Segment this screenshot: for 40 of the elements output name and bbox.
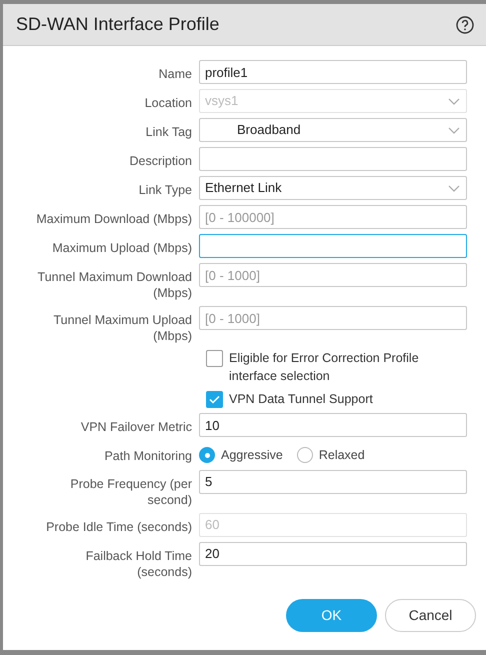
field-label: Maximum Download (Mbps): [36, 211, 192, 227]
field-label: Link Tag: [146, 124, 192, 140]
text-field[interactable]: 20: [199, 542, 467, 566]
radio-label: Aggressive: [221, 447, 283, 464]
dialog-title: SD-WAN Interface Profile: [16, 13, 220, 36]
checkbox-label: Eligible for Error Correction Profile interface selection: [229, 350, 420, 385]
field-label: Tunnel Maximum Upload (Mbps): [52, 312, 192, 344]
text-field[interactable]: 10: [199, 413, 467, 437]
cancel-button[interactable]: Cancel: [385, 599, 476, 632]
radio-button[interactable]: [296, 447, 313, 464]
radio-button[interactable]: [199, 447, 215, 464]
checkbox-label: VPN Data Tunnel Support: [229, 391, 374, 408]
text-field[interactable]: 5: [199, 470, 467, 494]
field-label: Path Monitoring: [104, 448, 192, 464]
field-label: Probe Idle Time (seconds): [46, 518, 192, 535]
help-icon[interactable]: [456, 16, 474, 34]
text-field[interactable]: [199, 147, 467, 171]
text-field[interactable]: [0 - 100000]: [199, 205, 467, 229]
field-label: Failback Hold Time (seconds): [84, 548, 192, 580]
field-label: Link Type: [138, 182, 192, 198]
text-field[interactable]: [0 - 1000]: [199, 306, 467, 330]
field-label: Location: [144, 95, 192, 111]
field-label: Probe Frequency (per second): [69, 476, 192, 508]
checkmark-icon: [209, 395, 220, 404]
field-label: Name: [158, 66, 192, 82]
text-field[interactable]: profile1: [199, 60, 467, 84]
field-label: Maximum Upload (Mbps): [52, 240, 192, 256]
field-label: VPN Failover Metric: [80, 419, 192, 435]
text-field[interactable]: [199, 234, 467, 258]
dropdown[interactable]: Ethernet Link: [199, 176, 467, 200]
chevron-down-icon: [448, 98, 460, 104]
dropdown[interactable]: Broadband: [199, 118, 467, 142]
text-field[interactable]: [0 - 1000]: [199, 263, 467, 287]
field-label: Tunnel Maximum Download (Mbps): [36, 269, 192, 301]
chevron-down-icon: [448, 184, 460, 192]
field-label: Description: [129, 153, 192, 169]
checkbox[interactable]: [206, 391, 223, 408]
radio-label: Relaxed: [318, 447, 365, 464]
checkbox[interactable]: [206, 350, 223, 367]
chevron-down-icon: [448, 126, 460, 134]
